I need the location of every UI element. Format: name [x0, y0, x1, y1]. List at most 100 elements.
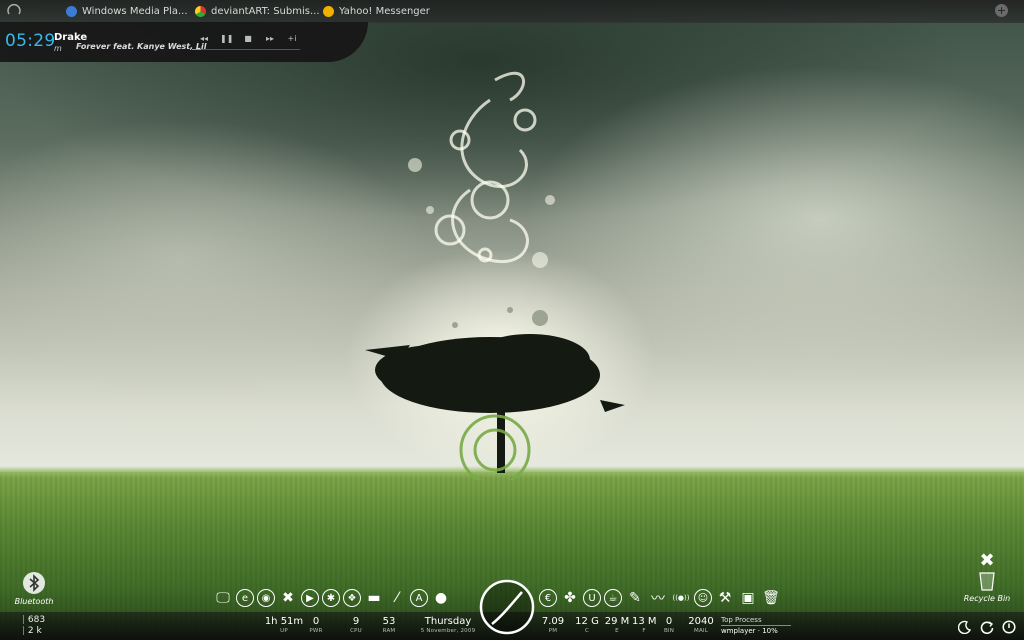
- stat-item: 0 PWR: [306, 616, 326, 635]
- track-progress-fill: [192, 49, 201, 50]
- recycle-bin-label: Recycle Bin: [963, 594, 1011, 603]
- stat-label: MAIL: [694, 628, 708, 634]
- notepad-icon[interactable]: ✎: [625, 588, 645, 608]
- taskbar-item-yahoo-messenger[interactable]: Yahoo! Messenger: [323, 3, 430, 19]
- taskbar-item-media-player[interactable]: Windows Media Pla...: [66, 3, 188, 19]
- network-down-value: 2 k: [22, 626, 45, 637]
- game-icon[interactable]: ❖: [343, 589, 361, 607]
- euro-icon[interactable]: €: [539, 589, 557, 607]
- computer-icon[interactable]: 🖵: [213, 588, 233, 608]
- dock-right: € ✤ U ☕ ✎ 〰 ((●)) ☺ ⚒ ▣ 🗑: [539, 586, 781, 610]
- stat-item: 12 GC: [574, 616, 600, 635]
- clock-dial-icon[interactable]: [478, 578, 536, 636]
- network-up-value: 683: [22, 615, 45, 626]
- sleep-icon[interactable]: [958, 620, 972, 634]
- stat-item: 1h 51m UP: [262, 616, 306, 635]
- stat-value: 0: [665, 616, 673, 627]
- playback-controls: ◂◂ ❚❚ ■ ▸▸ +i: [198, 34, 298, 43]
- stat-item: 29 ME: [604, 616, 630, 635]
- stat-label: CPU: [350, 628, 362, 634]
- bluetooth-icon: [23, 572, 45, 594]
- stat-item: 0 BIN: [661, 616, 677, 635]
- stat-label: E: [615, 628, 619, 634]
- top-taskbar: Windows Media Pla... deviantART: Submis.…: [0, 0, 1024, 23]
- start-orb-icon[interactable]: [6, 3, 22, 19]
- anarchy-icon[interactable]: A: [410, 589, 428, 607]
- taskbar-item-label: Yahoo! Messenger: [339, 5, 430, 17]
- media-player-widget: 05:29 Drake m Forever feat. Kanye West, …: [0, 22, 368, 62]
- shutdown-icon[interactable]: [1002, 620, 1016, 634]
- track-artist-overflow: m: [54, 44, 62, 53]
- restart-icon[interactable]: [980, 620, 994, 634]
- stat-value: 0: [312, 616, 320, 627]
- stat-item: 7.09 PM: [541, 616, 565, 635]
- chrome-icon[interactable]: ◉: [257, 589, 275, 607]
- stat-item: 13 MF: [632, 616, 657, 635]
- recycle-bin-desktop-icon[interactable]: ✖ Recycle Bin: [962, 550, 1012, 604]
- slash-icon[interactable]: ⁄: [387, 588, 407, 608]
- top-process-widget: Top Process wmplayer · 10%: [721, 616, 791, 637]
- stat-label: UP: [280, 628, 288, 634]
- trash-icon[interactable]: 🗑: [761, 588, 781, 608]
- stat-label: BIN: [663, 628, 675, 634]
- image-icon[interactable]: ▣: [738, 588, 758, 608]
- taskbar-item-deviantart[interactable]: deviantART: Submis...: [195, 3, 320, 19]
- stat-value: 12 G: [575, 616, 599, 627]
- info-button[interactable]: +i: [286, 34, 298, 43]
- stat-label: RAM: [382, 628, 396, 634]
- runner-icon[interactable]: ✱: [322, 589, 340, 607]
- bug-icon[interactable]: ✤: [560, 588, 580, 608]
- yahoo-messenger-icon: [323, 5, 334, 17]
- stat-item: 2040 MAIL: [688, 616, 714, 635]
- stat-label: PM: [548, 628, 558, 634]
- track-progress-bar[interactable]: [192, 49, 300, 50]
- stat-value: 13 M: [632, 616, 657, 627]
- taskbar-item-label: Windows Media Pla...: [82, 5, 188, 17]
- windows-media-player-icon: [66, 5, 77, 17]
- add-button[interactable]: +: [995, 4, 1008, 17]
- coffee-icon[interactable]: ☕: [604, 589, 622, 607]
- stat-label: C: [584, 628, 590, 634]
- bluetooth-label: Bluetooth: [14, 597, 54, 606]
- chart-icon[interactable]: 〰: [648, 588, 668, 608]
- next-button[interactable]: ▸▸: [264, 34, 276, 43]
- recycle-bin-icon: [979, 572, 995, 591]
- bluetooth-desktop-icon[interactable]: Bluetooth: [12, 571, 56, 606]
- internet-explorer-icon[interactable]: e: [236, 589, 254, 607]
- top-process-header: Top Process: [721, 616, 791, 626]
- tree-artwork: [365, 71, 625, 480]
- stat-value: Thursday: [424, 616, 472, 627]
- taskbar-item-label: deviantART: Submis...: [211, 5, 320, 17]
- stat-value: 53: [382, 616, 396, 627]
- settings-tools-icon[interactable]: ⚒: [715, 588, 735, 608]
- dock-left: 🖵 e ◉ ✖ ▶ ✱ ❖ ▬ ⁄ A ●: [213, 586, 451, 610]
- stat-value: 7.09: [541, 616, 565, 627]
- track-title: Forever feat. Kanye West, Lil: [76, 42, 207, 51]
- brush-icon[interactable]: ▬: [364, 588, 384, 608]
- smiley-icon[interactable]: ☺: [694, 589, 712, 607]
- stat-item: 9 CPU: [346, 616, 366, 635]
- stat-label: PWR: [309, 628, 323, 634]
- stat-value: 1h 51m: [264, 616, 304, 627]
- stat-label: F: [642, 628, 646, 634]
- stat-value: 29 M: [604, 616, 630, 627]
- close-x-icon: ✖: [979, 550, 995, 571]
- chrome-icon: [195, 5, 206, 17]
- desktop-wallpaper: [0, 0, 1024, 640]
- stop-button[interactable]: ■: [242, 34, 254, 43]
- network-traffic: 683 2 k: [22, 615, 45, 637]
- u-icon[interactable]: U: [583, 589, 601, 607]
- clock-time: 05:29: [5, 31, 56, 51]
- media-player-icon[interactable]: ▶: [301, 589, 319, 607]
- stat-item: 53 RAM: [379, 616, 399, 635]
- pause-button[interactable]: ❚❚: [220, 34, 233, 43]
- stat-value: 2040: [688, 616, 714, 627]
- stat-item: Thursday 5 November, 2009: [420, 616, 476, 635]
- stat-label: 5 November, 2009: [420, 628, 476, 634]
- top-process-value: wmplayer · 10%: [721, 627, 778, 635]
- bomb-icon[interactable]: ●: [431, 588, 451, 608]
- wireless-icon[interactable]: ((●)): [671, 588, 691, 608]
- stat-value: 9: [352, 616, 360, 627]
- tools-icon[interactable]: ✖: [278, 588, 298, 608]
- previous-button[interactable]: ◂◂: [198, 34, 210, 43]
